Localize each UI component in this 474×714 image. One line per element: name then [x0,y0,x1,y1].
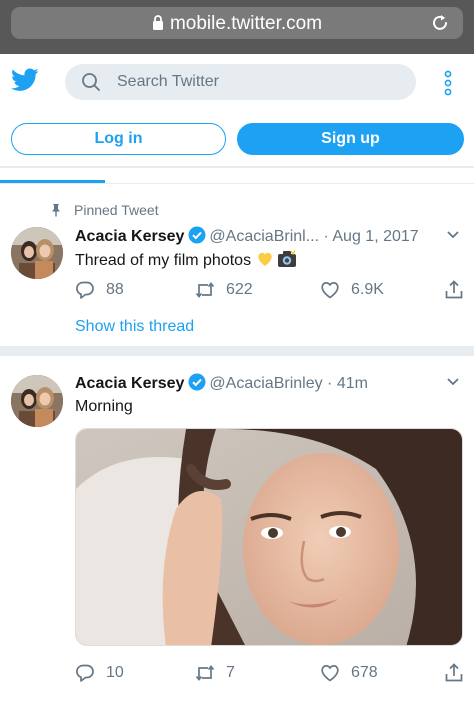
like-button[interactable]: 6.9K [320,278,384,302]
tweet-header: Acacia Kersey @AcaciaBrinl... · Aug 1, 20… [75,226,460,248]
tweet-media-photo[interactable] [75,428,463,646]
camera-flash-emoji [277,250,296,267]
header-divider [0,166,474,168]
reply-icon [76,281,94,299]
tweet-pinned[interactable]: Pinned Tweet Acacia Kersey @AcaciaBrinl..… [0,184,474,346]
yellow-heart-emoji [257,252,272,266]
chevron-down-icon[interactable] [446,377,460,387]
like-count: 6.9K [351,281,384,298]
share-button[interactable] [444,661,474,685]
like-count: 678 [351,664,378,681]
separator-dot: · [327,375,333,392]
pinned-indicator: Pinned Tweet [49,202,159,218]
lock-icon [152,15,163,30]
timestamp[interactable]: Aug 1, 2017 [332,228,418,245]
twitter-bird-icon[interactable] [11,68,39,92]
search-input[interactable] [117,64,397,100]
share-button[interactable] [444,278,474,302]
reply-icon [76,664,94,682]
search-box[interactable] [65,64,416,100]
tweet-text: Thread of my film photos [75,250,297,270]
browser-bar: mobile.twitter.com [0,0,474,54]
reload-icon[interactable] [429,12,451,34]
show-thread-link[interactable]: Show this thread [75,318,194,336]
tweet-text-content: Thread of my film photos [75,252,252,269]
tweet-header: Acacia Kersey @AcaciaBrinley · 41m [75,373,460,395]
more-vertical-icon[interactable] [442,70,454,96]
retweet-count: 7 [226,664,235,681]
pinned-label: Pinned Tweet [74,202,159,218]
avatar[interactable] [11,227,63,279]
retweet-button[interactable]: 7 [195,661,235,685]
tweet-actions: 88 622 6.9K [75,278,465,302]
reply-count: 88 [106,281,124,298]
signup-button[interactable]: Sign up [237,123,464,155]
tweet-separator [0,346,474,356]
address-bar[interactable]: mobile.twitter.com [11,7,463,39]
selfie-photo [76,429,462,645]
share-icon [445,663,463,682]
like-icon [321,282,339,299]
like-icon [321,665,339,682]
pin-icon [52,204,60,217]
like-button[interactable]: 678 [320,661,378,685]
reply-count: 10 [106,664,124,681]
tweet-actions: 10 7 678 [75,661,465,685]
avatar-photo [11,227,63,279]
avatar[interactable] [11,375,63,427]
login-button[interactable]: Log in [11,123,226,155]
tweet[interactable]: Acacia Kersey @AcaciaBrinley · 41m Mornin… [0,356,474,706]
display-name[interactable]: Acacia Kersey [75,375,184,392]
twitter-header [0,54,474,110]
retweet-icon [195,282,215,298]
separator-dot: · [323,228,329,245]
avatar-photo [11,375,63,427]
reply-button[interactable]: 88 [75,278,124,302]
tweet-text: Morning [75,398,133,415]
display-name[interactable]: Acacia Kersey [75,228,184,245]
retweet-icon [195,665,215,681]
reply-button[interactable]: 10 [75,661,124,685]
share-icon [445,280,463,299]
handle[interactable]: @AcaciaBrinl... [209,228,319,245]
url-text: mobile.twitter.com [169,13,323,34]
timestamp[interactable]: 41m [337,375,368,392]
retweet-button[interactable]: 622 [195,278,253,302]
handle[interactable]: @AcaciaBrinley [209,375,322,392]
chevron-down-icon[interactable] [446,230,460,240]
verified-icon [188,373,206,391]
url-display[interactable]: mobile.twitter.com [11,13,463,35]
retweet-count: 622 [226,281,253,298]
search-icon [82,73,100,91]
verified-icon [188,226,206,244]
